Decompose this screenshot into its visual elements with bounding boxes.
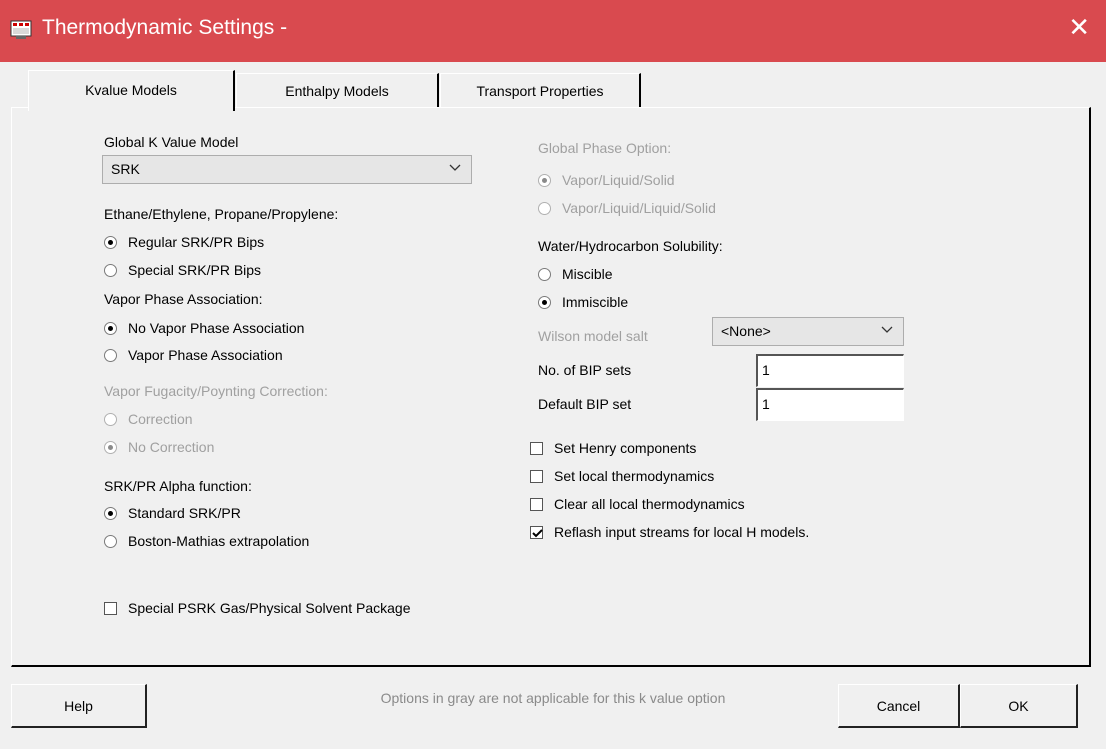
henry-label: Set Henry components bbox=[554, 440, 697, 456]
standard-srk-label: Standard SRK/PR bbox=[128, 505, 241, 521]
psrk-label: Special PSRK Gas/Physical Solvent Packag… bbox=[128, 600, 411, 616]
no-vapor-assoc-radio[interactable] bbox=[104, 322, 117, 335]
boston-mathias-label: Boston-Mathias extrapolation bbox=[128, 533, 310, 549]
miscible-radio[interactable] bbox=[538, 268, 551, 281]
clear-local-checkbox[interactable] bbox=[530, 498, 543, 511]
local-thermo-label: Set local thermodynamics bbox=[554, 468, 715, 484]
close-icon[interactable]: ✕ bbox=[1068, 14, 1090, 40]
bip-sets-label: No. of BIP sets bbox=[538, 362, 632, 378]
wilson-label: Wilson model salt bbox=[538, 328, 648, 344]
immiscible-radio[interactable] bbox=[538, 296, 551, 309]
vapor-assoc-option-label: Vapor Phase Association bbox=[128, 347, 283, 363]
title-bar: Thermodynamic Settings - ✕ bbox=[0, 0, 1106, 62]
tab-label: Enthalpy Models bbox=[285, 83, 389, 99]
vapor-assoc-label: Vapor Phase Association: bbox=[104, 291, 263, 307]
special-bips-label: Special SRK/PR Bips bbox=[128, 262, 262, 278]
immiscible-label: Immiscible bbox=[562, 294, 629, 310]
default-bip-value: 1 bbox=[762, 396, 770, 412]
bip-sets-field[interactable]: 1 bbox=[756, 354, 904, 387]
regular-bips-radio[interactable] bbox=[104, 236, 117, 249]
reflash-checkbox[interactable] bbox=[530, 526, 543, 539]
miscible-label: Miscible bbox=[562, 266, 613, 282]
default-bip-label: Default BIP set bbox=[538, 396, 632, 412]
default-bip-field[interactable]: 1 bbox=[756, 388, 904, 421]
window-title: Thermodynamic Settings - bbox=[42, 16, 288, 39]
boston-mathias-radio[interactable] bbox=[104, 535, 117, 548]
ok-button[interactable]: OK bbox=[960, 684, 1078, 728]
regular-bips-label: Regular SRK/PR Bips bbox=[128, 234, 265, 250]
cancel-button[interactable]: Cancel bbox=[838, 684, 960, 728]
ethane-label: Ethane/Ethylene, Propane/Propylene: bbox=[104, 206, 339, 222]
reflash-label: Reflash input streams for local H models… bbox=[554, 524, 810, 540]
tab-kvalue-models[interactable]: Kvalue Models bbox=[28, 70, 235, 111]
vlls-radio[interactable] bbox=[538, 202, 551, 215]
no-vapor-assoc-label: No Vapor Phase Association bbox=[128, 320, 305, 336]
no-correction-label: No Correction bbox=[128, 439, 215, 455]
global-phase-label: Global Phase Option: bbox=[538, 140, 672, 156]
chevron-down-icon bbox=[881, 326, 893, 333]
global-k-select[interactable]: SRK bbox=[102, 155, 472, 184]
wilson-select[interactable]: <None> bbox=[712, 317, 904, 346]
tab-enthalpy-models[interactable]: Enthalpy Models bbox=[236, 73, 439, 108]
global-k-label: Global K Value Model bbox=[104, 134, 239, 150]
special-bips-radio[interactable] bbox=[104, 264, 117, 277]
alpha-label: SRK/PR Alpha function: bbox=[104, 478, 252, 494]
fugacity-label: Vapor Fugacity/Poynting Correction: bbox=[104, 383, 328, 399]
solubility-label: Water/Hydrocarbon Solubility: bbox=[538, 238, 723, 254]
tab-label: Kvalue Models bbox=[85, 82, 177, 98]
tab-transport-properties[interactable]: Transport Properties bbox=[440, 73, 641, 108]
tab-label: Transport Properties bbox=[476, 83, 604, 99]
vls-label: Vapor/Liquid/Solid bbox=[562, 172, 675, 188]
clear-local-label: Clear all local thermodynamics bbox=[554, 496, 745, 512]
local-thermo-checkbox[interactable] bbox=[530, 470, 543, 483]
psrk-checkbox[interactable] bbox=[104, 602, 117, 615]
correction-radio[interactable] bbox=[104, 413, 117, 426]
app-icon bbox=[10, 20, 32, 39]
correction-label: Correction bbox=[128, 411, 193, 427]
checkmark-icon bbox=[532, 529, 543, 538]
global-k-value: SRK bbox=[111, 161, 140, 177]
bip-sets-value: 1 bbox=[762, 362, 770, 378]
vlls-label: Vapor/Liquid/Liquid/Solid bbox=[562, 200, 716, 216]
no-correction-radio[interactable] bbox=[104, 441, 117, 454]
wilson-value: <None> bbox=[721, 323, 771, 339]
standard-srk-radio[interactable] bbox=[104, 507, 117, 520]
vls-radio[interactable] bbox=[538, 174, 551, 187]
chevron-down-icon bbox=[449, 164, 461, 171]
henry-checkbox[interactable] bbox=[530, 442, 543, 455]
vapor-assoc-radio[interactable] bbox=[104, 349, 117, 362]
